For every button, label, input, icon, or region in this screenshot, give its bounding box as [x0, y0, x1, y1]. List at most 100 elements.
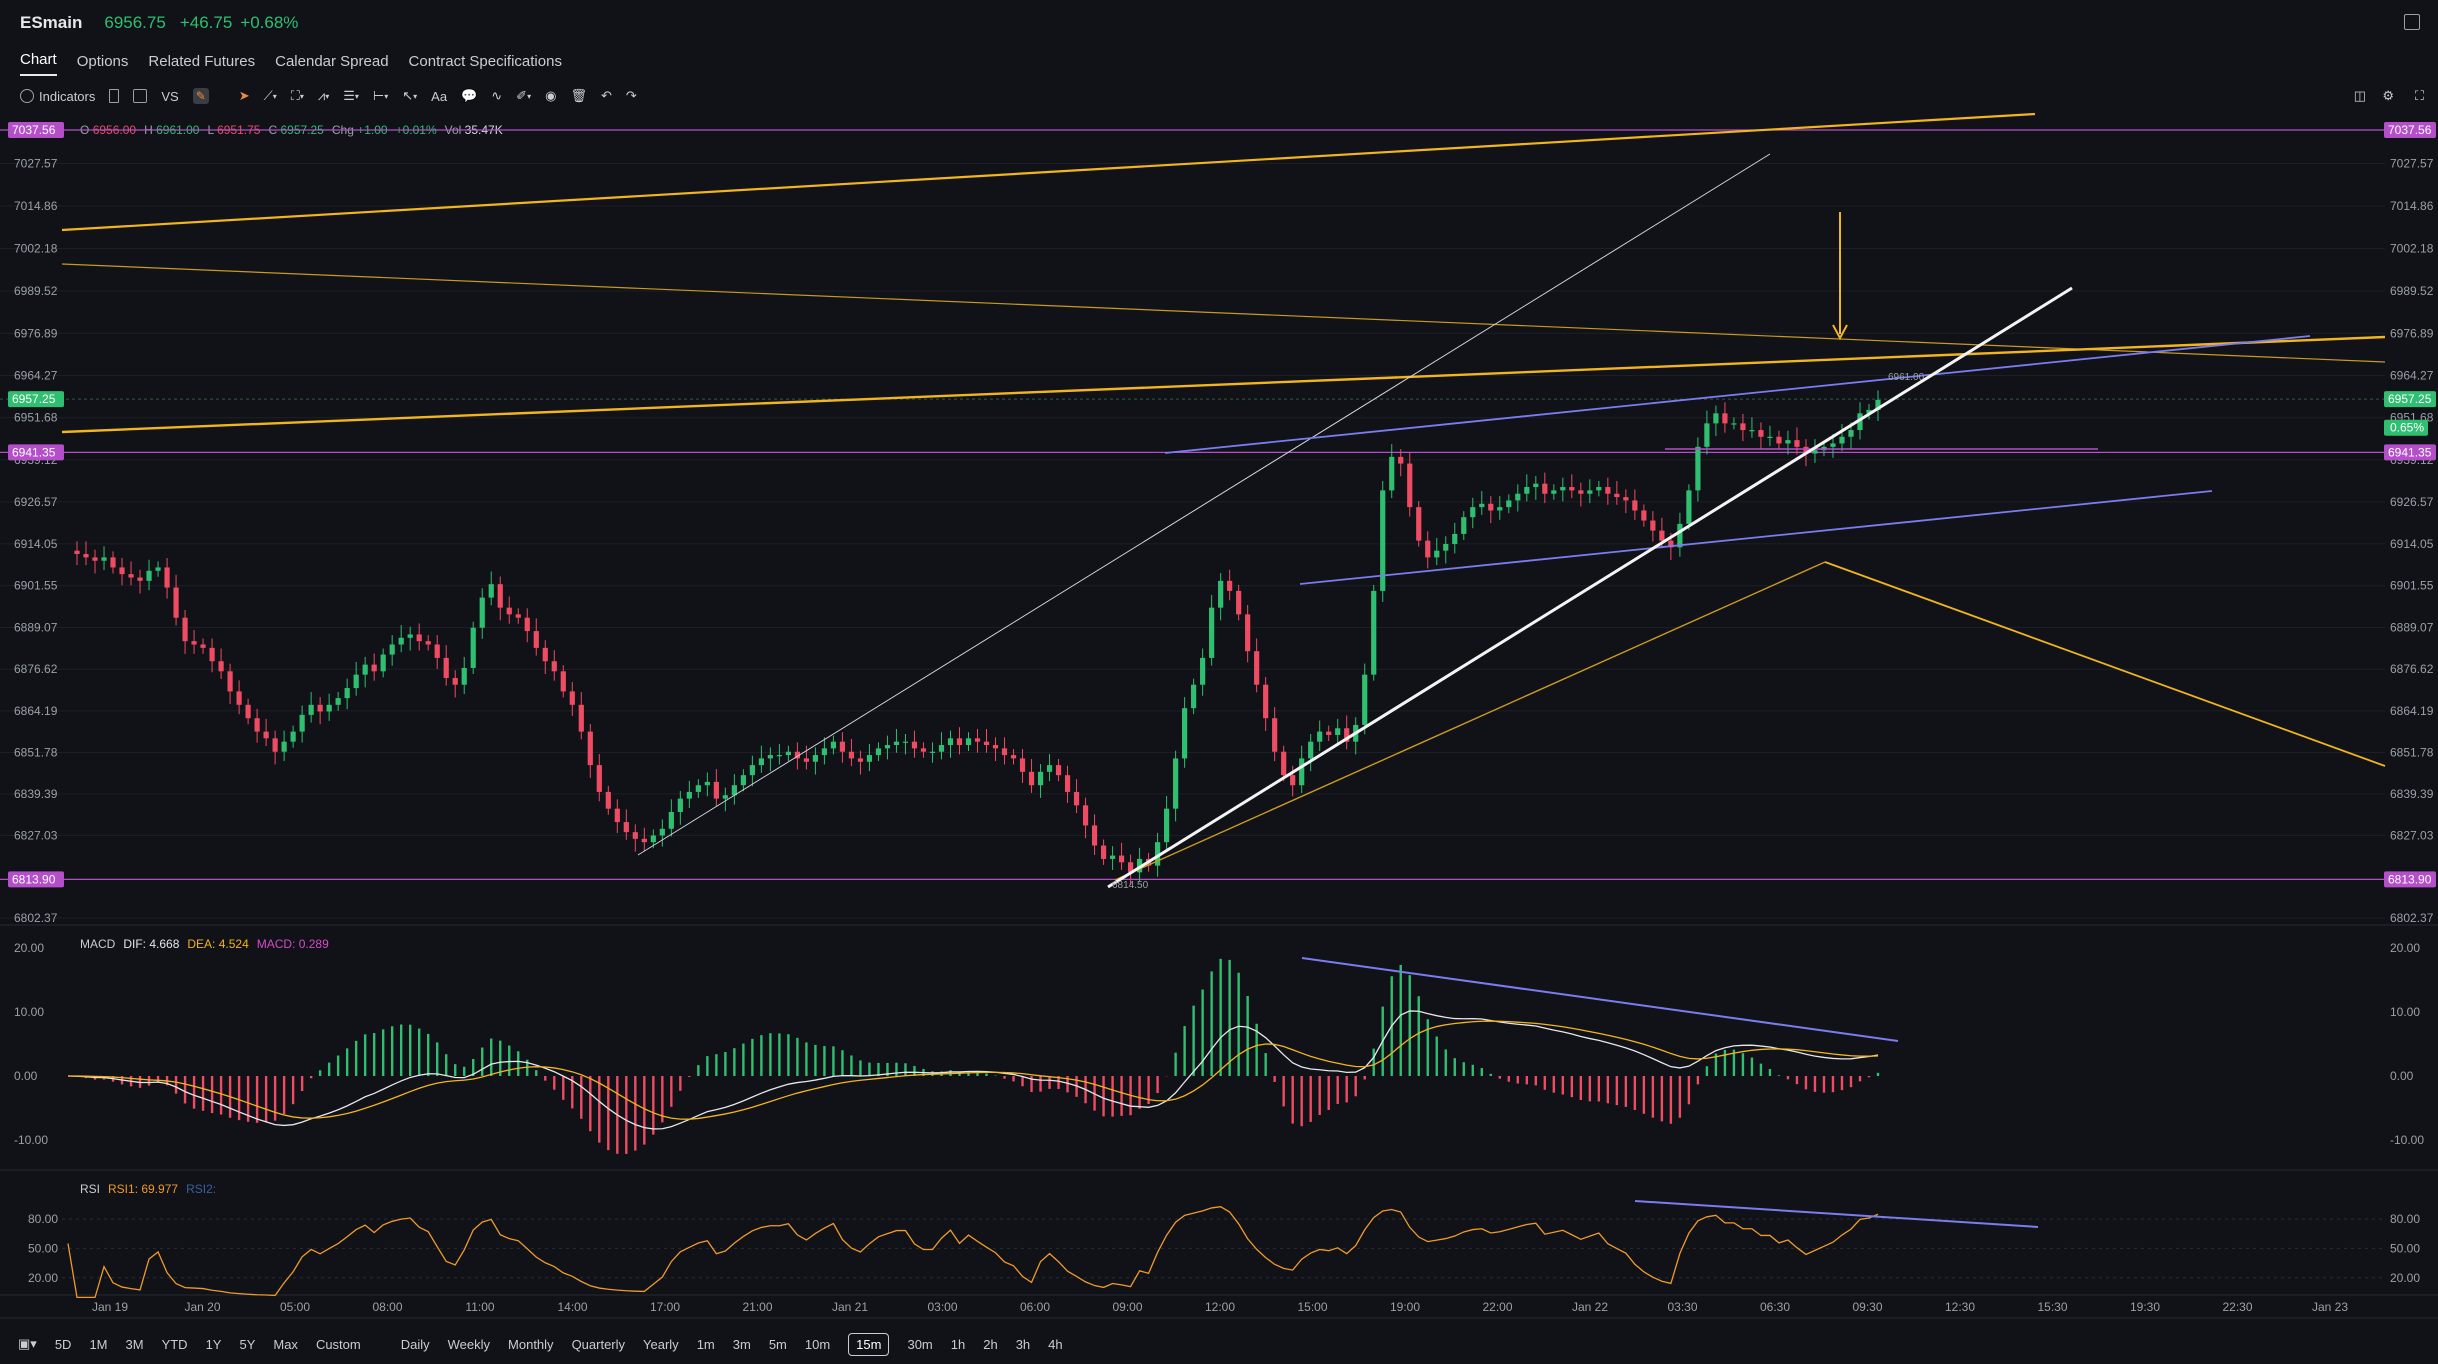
brush-tool-button[interactable]: ✐ ▾ [516, 88, 531, 104]
arrow-tool-button[interactable]: ↖ ▾ [402, 88, 417, 104]
rsi-divergence-line[interactable] [1634, 1200, 2039, 1228]
candle-body [407, 634, 413, 638]
candle-body [677, 798, 683, 813]
period-1h[interactable]: 1h [951, 1337, 965, 1352]
yellow-projection-up[interactable] [1114, 561, 1826, 881]
measure-tool-button[interactable]: ⊢ ▾ [373, 88, 388, 104]
undo-button[interactable]: ↶ [601, 88, 612, 104]
period-10m[interactable]: 10m [805, 1337, 830, 1352]
candle-body [209, 647, 215, 662]
range-5y[interactable]: 5Y [239, 1337, 255, 1352]
period-3h[interactable]: 3h [1016, 1337, 1030, 1352]
ohlc-o-label: O [80, 123, 90, 137]
candle-body [1479, 503, 1485, 508]
candle-body [1524, 487, 1530, 494]
candle-body [1037, 771, 1044, 786]
low-price-label: 6814.50 [1112, 880, 1149, 891]
period-5m[interactable]: 5m [769, 1337, 787, 1352]
tab-contract-specifications[interactable]: Contract Specifications [409, 53, 562, 76]
period-30m[interactable]: 30m [907, 1337, 932, 1352]
candle-body [488, 584, 494, 598]
candle-body [1100, 845, 1107, 859]
period-yearly[interactable]: Yearly [643, 1337, 679, 1352]
tab-options[interactable]: Options [77, 53, 129, 76]
white-uptrendline[interactable] [1107, 286, 2073, 889]
period-3m[interactable]: 3m [733, 1337, 751, 1352]
pattern-tool-button[interactable]: ⩘ ▾ [318, 88, 329, 104]
compare-periods-button[interactable]: ▣▾ [18, 1336, 37, 1352]
redo-button[interactable]: ↷ [626, 88, 637, 104]
candle-body [182, 617, 188, 642]
period-monthly[interactable]: Monthly [508, 1337, 554, 1352]
visibility-button[interactable]: ◉ [545, 88, 556, 104]
chart-canvas[interactable]: 6814.50 6961.00 7027.57 7027.57 7014.86 701… [0, 0, 2438, 1364]
range-3m[interactable]: 3M [126, 1337, 144, 1352]
yellow-thin-downline[interactable] [61, 263, 2386, 363]
period-1m[interactable]: 1m [697, 1337, 715, 1352]
macd-divergence-line[interactable] [1301, 957, 1899, 1042]
draw-toggle-button[interactable]: ✎ [192, 88, 209, 104]
period-daily[interactable]: Daily [401, 1337, 430, 1352]
yellow-projection-down[interactable] [1824, 561, 2386, 767]
magnet-tool-button[interactable]: ∿ [491, 88, 502, 104]
chevron-down-icon: ▾ [325, 91, 330, 101]
blue-channel-top[interactable] [1164, 335, 2311, 454]
compare-button[interactable]: VS [161, 89, 178, 104]
candle-body [857, 758, 864, 762]
period-weekly[interactable]: Weekly [448, 1337, 490, 1352]
blue-channel-bottom[interactable] [1299, 490, 2213, 585]
comment-tool-button[interactable]: 💬 [461, 88, 477, 104]
gray-thin-line[interactable] [637, 153, 1771, 856]
period-4h[interactable]: 4h [1048, 1337, 1062, 1352]
price-tick-right: 6889.07 [2390, 621, 2434, 635]
fib-tool-button[interactable]: ☰ ▾ [343, 88, 359, 104]
candle-body [1200, 657, 1206, 685]
text-tool-button[interactable]: Aa [431, 89, 447, 104]
tab-calendar-spread[interactable]: Calendar Spread [275, 53, 388, 76]
screenshot-button[interactable]: ◫ [2354, 88, 2366, 104]
tab-related-futures[interactable]: Related Futures [148, 53, 255, 76]
range-ytd[interactable]: YTD [162, 1337, 188, 1352]
candle-body [1182, 708, 1188, 759]
candle-type-button[interactable] [109, 89, 120, 103]
trendline-tool-button[interactable]: ⟋ ▾ [264, 88, 277, 104]
candle-body [1614, 493, 1620, 498]
price-tick-left: 6839.39 [14, 787, 58, 801]
candle-body [578, 704, 584, 732]
price-tag-left [8, 444, 64, 461]
shape-tool-button[interactable]: ⛶ ▾ [291, 88, 304, 104]
cursor-tool-button[interactable]: ➤ [239, 88, 250, 104]
pencil-icon: ✎ [192, 88, 209, 104]
macd-tick-right: -10.00 [2390, 1133, 2424, 1147]
range-1m[interactable]: 1M [89, 1337, 107, 1352]
candle-body [1425, 540, 1431, 558]
candle-body [1569, 487, 1575, 491]
candle-body [1362, 674, 1368, 725]
tab-chart[interactable]: Chart [20, 51, 57, 76]
pct-tag [2384, 419, 2428, 436]
ohlc-l-label: L [207, 123, 214, 137]
time-tick: 11:00 [465, 1300, 494, 1314]
candle-body [1488, 503, 1494, 511]
chevron-down-icon: ▾ [272, 91, 277, 101]
yellow-trendline-mid[interactable] [61, 335, 2386, 434]
period-2h[interactable]: 2h [983, 1337, 997, 1352]
delete-drawings-button[interactable]: 🗑 [570, 88, 587, 104]
indicators-button[interactable]: Indicators [20, 89, 95, 104]
price-tag-right [2384, 391, 2436, 408]
candle-body [1794, 440, 1800, 447]
rectangle-tool-button[interactable] [133, 89, 148, 103]
range-custom[interactable]: Custom [316, 1337, 361, 1352]
fullscreen-button[interactable]: ⛶ [2415, 88, 2424, 104]
popout-icon[interactable] [2404, 14, 2420, 30]
period-15m[interactable]: 15m [848, 1332, 890, 1356]
candle-body [704, 781, 710, 786]
macd-macd: MACD: 0.289 [256, 937, 329, 951]
range-max[interactable]: Max [273, 1337, 298, 1352]
expand-icon: ⛶ [2414, 88, 2424, 103]
period-quarterly[interactable]: Quarterly [572, 1337, 625, 1352]
range-5d[interactable]: 5D [55, 1337, 72, 1352]
candle-body [1236, 590, 1242, 615]
settings-button[interactable]: ⚙ [2382, 88, 2394, 104]
range-1y[interactable]: 1Y [206, 1337, 222, 1352]
